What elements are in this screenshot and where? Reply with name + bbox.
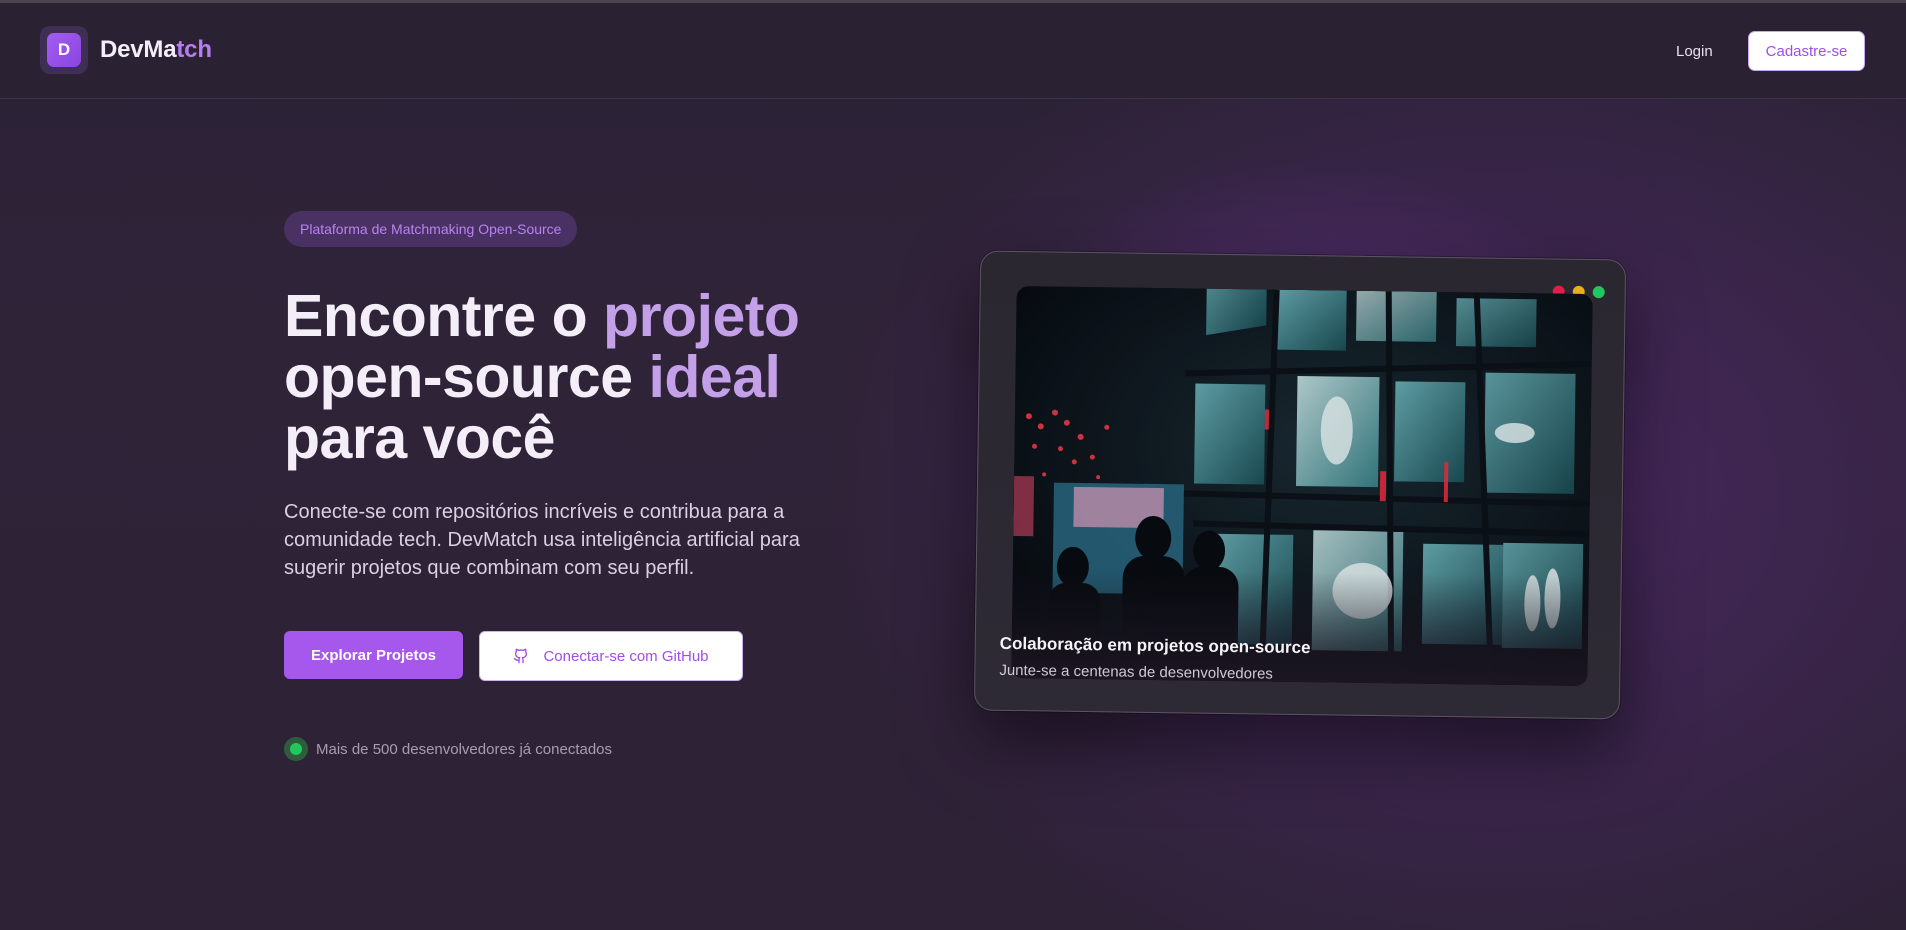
headline-line3: para você (284, 405, 556, 471)
platform-badge: Plataforma de Matchmaking Open-Source (284, 211, 578, 247)
github-icon (513, 648, 529, 664)
card-subtitle: Junte-se a centenas de desenvolvedores (999, 661, 1273, 683)
headline-highlight-ideal: ideal (648, 344, 781, 410)
explore-projects-button[interactable]: Explorar Projetos (284, 631, 463, 679)
online-dot-icon (284, 737, 308, 761)
logo-icon: D (40, 26, 88, 74)
collaboration-photo (1011, 286, 1593, 687)
showcase-card: Colaboração em projetos open-source Junt… (973, 250, 1627, 720)
headline-highlight-projeto: projeto (603, 283, 800, 349)
status-text: Mais de 500 desenvolvedores já conectado… (316, 740, 613, 758)
connect-github-button[interactable]: Conectar-se com GitHub (479, 631, 743, 681)
status-indicator: Mais de 500 desenvolvedores já conectado… (284, 737, 612, 761)
brand-name-part2: tch (176, 36, 212, 63)
signup-button[interactable]: Cadastre-se (1748, 31, 1865, 71)
brand-name: DevMatch (100, 36, 212, 64)
brand-name-part1: DevMa (100, 36, 177, 63)
hero-headline: Encontre o projeto open-source ideal par… (284, 286, 984, 469)
headline-line2-a: open-source (284, 344, 649, 410)
window-maximize-dot (1592, 286, 1605, 299)
brand-logo[interactable]: D DevMatch (40, 26, 212, 74)
login-button[interactable]: Login (1660, 36, 1729, 66)
headline-line1-a: Encontre o (284, 283, 604, 349)
logo-letter: D (47, 33, 81, 67)
connect-github-label: Conectar-se com GitHub (543, 647, 709, 665)
site-header: D DevMatch Login Cadastre-se (0, 3, 1906, 99)
hero-description: Conecte-se com repositórios incríveis e … (284, 501, 800, 579)
